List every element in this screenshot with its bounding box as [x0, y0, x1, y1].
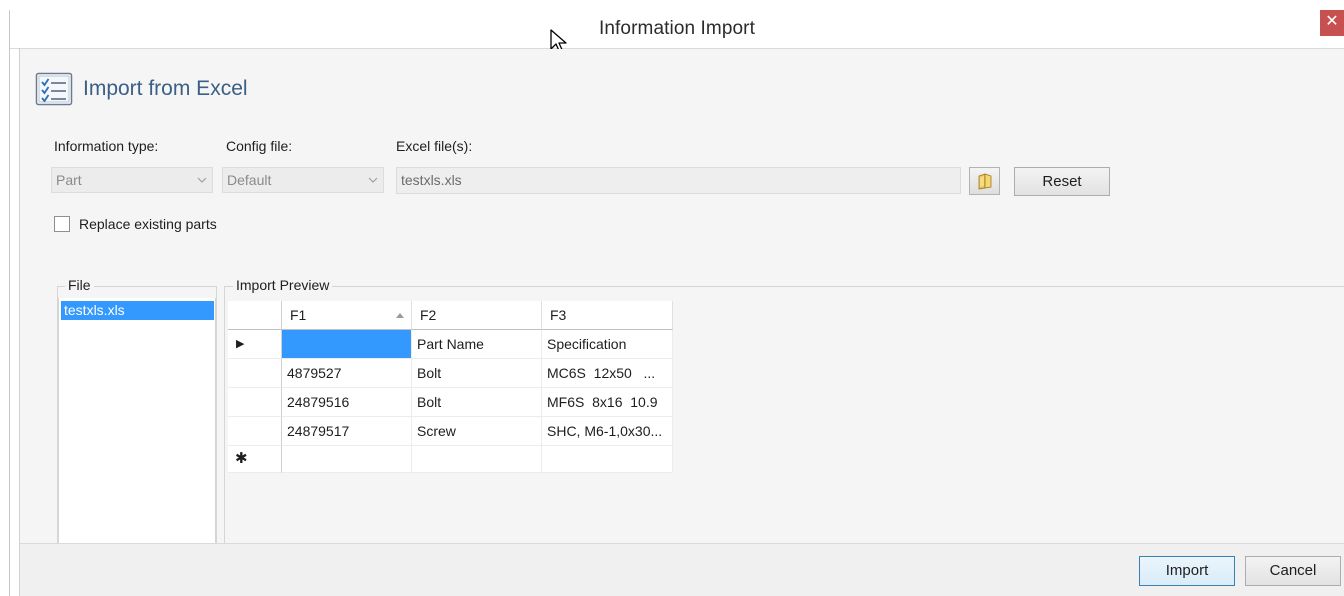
- column-header-label: F3: [550, 307, 567, 323]
- table-cell[interactable]: [282, 330, 412, 359]
- chevron-down-icon: [368, 177, 378, 183]
- close-button[interactable]: ✕: [1320, 10, 1344, 36]
- replace-existing-label[interactable]: Replace existing parts: [79, 216, 217, 232]
- table-cell[interactable]: SHC, M6-1,0x30...: [542, 417, 673, 446]
- title-bar[interactable]: Information Import ✕: [10, 10, 1344, 49]
- new-row-cell[interactable]: [282, 446, 412, 473]
- grid-corner-header[interactable]: [228, 301, 282, 330]
- import-button[interactable]: Import: [1139, 556, 1235, 586]
- new-row-cell[interactable]: [412, 446, 542, 473]
- file-list[interactable]: testxls.xls: [58, 298, 216, 543]
- import-preview-legend: Import Preview: [233, 277, 333, 293]
- table-cell[interactable]: MF6S 8x16 10.9: [542, 388, 673, 417]
- config-file-label: Config file:: [226, 138, 293, 154]
- row-header-current[interactable]: ▶: [228, 330, 282, 359]
- row-header[interactable]: [228, 359, 282, 388]
- config-file-value: Default: [227, 172, 272, 188]
- excel-files-input[interactable]: testxls.xls: [396, 167, 961, 194]
- cancel-button[interactable]: Cancel: [1245, 556, 1341, 586]
- replace-existing-checkbox[interactable]: [54, 216, 70, 232]
- import-preview-grid[interactable]: F1 F2 F3 ▶ Part Name Specification 48795…: [228, 301, 673, 473]
- table-cell[interactable]: 24879516: [282, 388, 412, 417]
- information-type-value: Part: [56, 172, 82, 188]
- browse-button[interactable]: [969, 167, 1000, 195]
- column-header-label: F2: [420, 307, 437, 323]
- chevron-down-icon: [197, 177, 207, 183]
- column-header-f3[interactable]: F3: [542, 301, 673, 330]
- table-cell[interactable]: 4879527: [282, 359, 412, 388]
- table-cell[interactable]: MC6S 12x50 ...: [542, 359, 673, 388]
- new-row-icon: ✱: [235, 450, 248, 467]
- close-icon: ✕: [1325, 13, 1339, 30]
- table-cell[interactable]: 24879517: [282, 417, 412, 446]
- row-header-new[interactable]: ✱: [228, 446, 282, 473]
- sort-ascending-icon: [396, 313, 404, 318]
- table-cell[interactable]: Bolt: [412, 359, 542, 388]
- content-border: [19, 48, 20, 596]
- table-cell[interactable]: Part Name: [412, 330, 542, 359]
- table-cell[interactable]: Specification: [542, 330, 673, 359]
- information-type-select[interactable]: Part: [51, 167, 213, 193]
- row-header[interactable]: [228, 388, 282, 417]
- file-group-legend: File: [65, 277, 94, 293]
- column-header-f1[interactable]: F1: [282, 301, 412, 330]
- column-header-f2[interactable]: F2: [412, 301, 542, 330]
- config-file-select[interactable]: Default: [222, 167, 384, 193]
- information-type-label: Information type:: [54, 138, 159, 154]
- row-header[interactable]: [228, 417, 282, 446]
- table-cell[interactable]: Bolt: [412, 388, 542, 417]
- new-row-cell[interactable]: [542, 446, 673, 473]
- reset-button[interactable]: Reset: [1014, 167, 1110, 196]
- information-import-window: Information Import ✕ Import from Excel I…: [0, 0, 1344, 596]
- page-title: Import from Excel: [83, 77, 248, 100]
- checklist-icon: [35, 72, 73, 106]
- column-header-label: F1: [290, 307, 307, 323]
- table-cell[interactable]: Screw: [412, 417, 542, 446]
- window-border: [9, 10, 10, 596]
- excel-files-label: Excel file(s):: [396, 138, 473, 154]
- current-row-icon: ▶: [236, 338, 245, 350]
- window-title: Information Import: [599, 18, 755, 39]
- folder-icon: [978, 173, 992, 190]
- file-list-item[interactable]: testxls.xls: [61, 301, 214, 320]
